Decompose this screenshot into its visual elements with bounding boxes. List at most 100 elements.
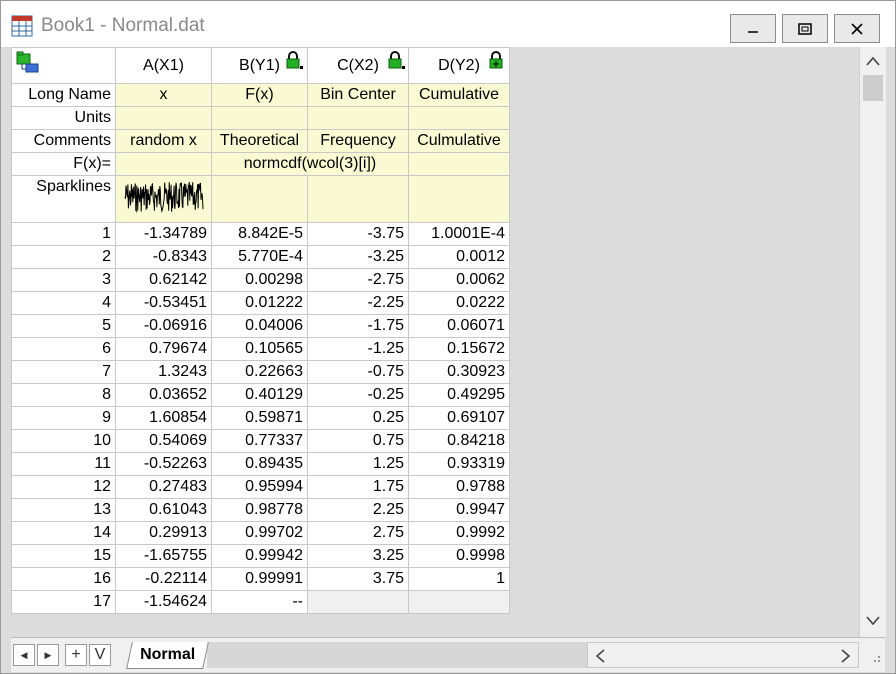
row-label-units[interactable]: Units [11,106,116,130]
data-cell[interactable]: 1.25 [307,452,409,476]
data-cell[interactable]: -2.75 [307,268,409,292]
long-name-cell[interactable]: F(x) [211,83,308,107]
column-header-c[interactable]: C(X2) [307,47,409,84]
data-cell[interactable]: 0.27483 [115,475,212,499]
row-label-sparklines[interactable]: Sparklines [11,175,116,223]
data-cell[interactable]: -2.25 [307,291,409,315]
row-number[interactable]: 9 [11,406,116,430]
row-label-fx[interactable]: F(x)= [11,152,116,176]
data-cell[interactable]: -1.25 [307,337,409,361]
comments-cell[interactable]: Culmulative [408,129,510,153]
data-cell[interactable]: 0.0222 [408,291,510,315]
data-cell[interactable]: 0.25 [307,406,409,430]
units-cell[interactable] [211,106,308,130]
long-name-cell[interactable]: Bin Center [307,83,409,107]
data-cell[interactable]: 1 [408,567,510,591]
data-cell[interactable]: 0.01222 [211,291,308,315]
data-cell[interactable]: -1.34789 [115,222,212,246]
data-cell[interactable]: -0.53451 [115,291,212,315]
worksheet[interactable]: A(X1) B(Y1) C(X2) D(Y2) Long Name x F(x)… [11,47,859,637]
data-cell[interactable]: 0.77337 [211,429,308,453]
row-number[interactable]: 15 [11,544,116,568]
data-cell[interactable]: 2.25 [307,498,409,522]
formula-cell[interactable] [115,152,212,176]
horizontal-scrollbar[interactable] [587,642,859,668]
scroll-down-icon[interactable] [865,615,881,627]
data-cell[interactable]: 0.79674 [115,337,212,361]
data-cell[interactable]: 0.93319 [408,452,510,476]
long-name-cell[interactable]: Cumulative [408,83,510,107]
data-cell[interactable]: 8.842E-5 [211,222,308,246]
data-cell[interactable]: -0.25 [307,383,409,407]
data-cell[interactable]: 0.15672 [408,337,510,361]
minimize-button[interactable] [730,14,776,43]
data-cell[interactable]: 0.54069 [115,429,212,453]
data-cell[interactable]: -0.52263 [115,452,212,476]
row-number[interactable]: 12 [11,475,116,499]
vertical-scroll-thumb[interactable] [863,75,883,101]
data-cell[interactable]: 3.25 [307,544,409,568]
row-number[interactable]: 11 [11,452,116,476]
data-cell[interactable]: 0.75 [307,429,409,453]
data-cell[interactable]: -0.75 [307,360,409,384]
data-cell[interactable]: 0.9998 [408,544,510,568]
comments-cell[interactable]: random x [115,129,212,153]
title-bar[interactable]: Book1 - Normal.dat [1,1,895,47]
data-cell[interactable]: 0.69107 [408,406,510,430]
data-cell[interactable]: 0.98778 [211,498,308,522]
data-cell[interactable]: 0.29913 [115,521,212,545]
data-cell[interactable]: 0.61043 [115,498,212,522]
row-number[interactable]: 10 [11,429,116,453]
data-cell[interactable]: 2.75 [307,521,409,545]
comments-cell[interactable]: Frequency [307,129,409,153]
row-number[interactable]: 13 [11,498,116,522]
data-cell[interactable]: -0.06916 [115,314,212,338]
sparkline-cell[interactable] [408,175,510,223]
data-cell[interactable]: 3.75 [307,567,409,591]
data-cell[interactable]: 0.95994 [211,475,308,499]
tab-prev-button[interactable]: ◀ [13,644,35,666]
scroll-up-icon[interactable] [865,55,881,67]
column-header-a[interactable]: A(X1) [115,47,212,84]
data-cell[interactable]: -3.25 [307,245,409,269]
data-cell[interactable]: 0.22663 [211,360,308,384]
data-cell[interactable]: 1.3243 [115,360,212,384]
data-cell[interactable]: 0.40129 [211,383,308,407]
data-cell[interactable]: -1.75 [307,314,409,338]
row-number[interactable]: 6 [11,337,116,361]
comments-cell[interactable]: Theoretical [211,129,308,153]
row-number[interactable]: 1 [11,222,116,246]
data-cell[interactable]: 0.99702 [211,521,308,545]
scroll-left-icon[interactable] [594,649,606,663]
data-cell[interactable]: 0.30923 [408,360,510,384]
data-cell[interactable]: -0.8343 [115,245,212,269]
data-cell[interactable]: 0.0012 [408,245,510,269]
data-cell[interactable]: 0.59871 [211,406,308,430]
data-cell[interactable]: 0.89435 [211,452,308,476]
units-cell[interactable] [115,106,212,130]
row-number[interactable]: 17 [11,590,116,614]
row-label-long-name[interactable]: Long Name [11,83,116,107]
tab-normal[interactable]: Normal [126,642,209,669]
data-cell[interactable]: 0.49295 [408,383,510,407]
sparkline-cell[interactable] [211,175,308,223]
row-number[interactable]: 7 [11,360,116,384]
data-cell[interactable]: 0.04006 [211,314,308,338]
sheet-list-button[interactable]: V [89,644,111,666]
sparkline-cell[interactable] [115,175,212,223]
row-number[interactable]: 4 [11,291,116,315]
tab-next-button[interactable]: ▶ [37,644,59,666]
scroll-right-icon[interactable] [840,649,852,663]
maximize-button[interactable] [782,14,828,43]
data-cell[interactable]: 1.75 [307,475,409,499]
row-number[interactable]: 2 [11,245,116,269]
data-cell[interactable]: 1.0001E-4 [408,222,510,246]
data-cell[interactable]: 1.60854 [115,406,212,430]
close-button[interactable] [834,14,880,43]
data-cell[interactable]: -- [211,590,308,614]
data-cell[interactable]: 0.9788 [408,475,510,499]
data-cell[interactable]: 0.03652 [115,383,212,407]
row-number[interactable]: 5 [11,314,116,338]
data-cell[interactable]: 0.06071 [408,314,510,338]
resize-grip-icon[interactable] [863,642,885,668]
